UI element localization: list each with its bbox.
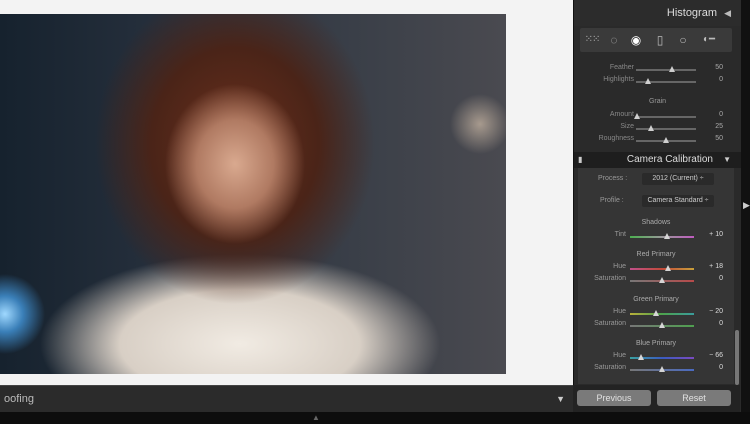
highlights-row: Highlights 0 — [574, 76, 741, 88]
calibration-group-title: Blue Primary — [635, 340, 677, 347]
slider-thumb[interactable] — [659, 366, 665, 372]
image-canvas — [0, 0, 573, 385]
slider-thumb[interactable] — [634, 113, 640, 119]
previous-button[interactable]: Previous — [577, 390, 651, 406]
slider-thumb[interactable] — [659, 322, 665, 328]
calibration-slider-row: Hue + 18 — [578, 263, 734, 275]
grain-roughness-slider[interactable] — [636, 137, 696, 143]
highlights-slider[interactable] — [636, 78, 696, 84]
slider-value[interactable]: − 20 — [709, 308, 723, 315]
grain-roughness-row: Roughness 50 — [574, 135, 741, 147]
slider-label: Hue — [613, 263, 626, 270]
slider-label: Hue — [613, 352, 626, 359]
process-label: Process : — [598, 175, 628, 182]
calibration-slider-row: Saturation 0 — [578, 364, 734, 376]
grain-amount-row: Amount 0 — [574, 111, 741, 123]
red-eye-icon[interactable]: ▯ — [651, 31, 669, 49]
slider-label: Saturation — [594, 275, 626, 282]
process-select[interactable]: 2012 (Current) ÷ — [642, 173, 714, 185]
highlights-label: Highlights — [603, 76, 634, 83]
calibration-group-title: Shadows — [641, 219, 671, 226]
calibration-slider-row: Tint + 10 — [578, 231, 734, 243]
highlights-value[interactable]: 0 — [719, 76, 723, 83]
calibration-slider-row: Hue − 66 — [578, 352, 734, 364]
filmstrip-edge: ▲ — [0, 412, 750, 424]
panel-button-bar: Previous Reset — [573, 385, 740, 412]
grain-size-slider[interactable] — [636, 125, 696, 131]
feather-value[interactable]: 50 — [715, 64, 723, 71]
calibration-slider[interactable] — [630, 354, 694, 360]
histogram-title: Histogram — [666, 7, 717, 19]
slider-thumb[interactable] — [645, 78, 651, 84]
slider-value[interactable]: − 66 — [709, 352, 723, 359]
calibration-slider[interactable] — [630, 265, 694, 271]
slider-label: Saturation — [594, 364, 626, 371]
camera-calibration-body: Process : 2012 (Current) ÷ Profile : Cam… — [578, 168, 734, 384]
feather-slider[interactable] — [636, 66, 696, 72]
slider-label: Hue — [613, 308, 626, 315]
histogram-header[interactable]: Histogram ◀ — [574, 0, 741, 26]
slider-thumb[interactable] — [669, 66, 675, 72]
calibration-slider-row: Saturation 0 — [578, 320, 734, 332]
grain-amount-slider[interactable] — [634, 113, 696, 119]
slider-thumb[interactable] — [659, 277, 665, 283]
grain-size-row: Size 25 — [574, 123, 741, 135]
toolbar-menu-arrow-icon[interactable]: ▼ — [556, 394, 565, 404]
grain-size-value[interactable]: 25 — [715, 123, 723, 130]
process-row: Process : 2012 (Current) ÷ — [578, 173, 734, 187]
soft-proofing-label[interactable]: oofing — [4, 393, 34, 405]
grain-roughness-value[interactable]: 50 — [715, 135, 723, 142]
calibration-slider[interactable] — [630, 233, 694, 239]
slider-value[interactable]: + 10 — [709, 231, 723, 238]
feather-label: Feather — [609, 64, 634, 71]
slider-value[interactable]: 0 — [719, 275, 723, 282]
slider-value[interactable]: + 18 — [709, 263, 723, 270]
calibration-group-title: Red Primary — [636, 251, 676, 258]
slider-thumb[interactable] — [637, 354, 644, 360]
calibration-slider[interactable] — [630, 366, 694, 372]
camera-calibration-header[interactable]: ▮ Camera Calibration ▼ — [574, 152, 741, 168]
bottom-toolbar: oofing ▼ — [0, 385, 573, 412]
panel-switch-icon[interactable]: ▮ — [578, 155, 582, 164]
slider-label: Saturation — [594, 320, 626, 327]
spot-removal-icon[interactable]: ◉ — [627, 31, 645, 49]
calibration-slider[interactable] — [630, 310, 694, 316]
grain-title: Grain — [648, 98, 667, 105]
profile-row: Profile : Camera Standard ÷ — [578, 195, 734, 209]
grain-amount-value[interactable]: 0 — [719, 111, 723, 118]
calibration-group-title: Green Primary — [633, 296, 679, 303]
reset-button[interactable]: Reset — [657, 390, 731, 406]
feather-row: Feather 50 — [574, 64, 741, 76]
grid-icon[interactable]: ⁙⁙ — [583, 31, 601, 49]
slider-thumb[interactable] — [664, 233, 671, 239]
portrait-photo[interactable] — [0, 14, 506, 374]
calibration-slider-row: Hue − 20 — [578, 308, 734, 320]
calibration-slider[interactable] — [630, 322, 694, 328]
profile-label: Profile : — [600, 197, 624, 204]
calibration-slider-row: Saturation 0 — [578, 275, 734, 287]
show-filmstrip-arrow-icon[interactable]: ▲ — [312, 413, 320, 422]
tool-strip: ⁙⁙ ◌ ◉ ▯ ○ ◐━ — [580, 28, 732, 52]
profile-select[interactable]: Camera Standard ÷ — [642, 195, 714, 207]
crop-overlay-icon[interactable]: ◌ — [605, 31, 623, 49]
slider-value[interactable]: 0 — [719, 364, 723, 371]
collapse-arrow-icon[interactable]: ◀ — [724, 8, 731, 19]
right-panel-toggle-icon[interactable]: ▶ — [743, 200, 750, 211]
collapse-arrow-icon[interactable]: ▼ — [723, 155, 731, 164]
slider-thumb[interactable] — [648, 125, 654, 131]
calibration-slider[interactable] — [630, 277, 694, 283]
graduated-filter-icon[interactable]: ○ — [674, 31, 692, 49]
camera-calibration-title: Camera Calibration — [626, 154, 713, 165]
grain-amount-label: Amount — [609, 111, 634, 118]
slider-thumb[interactable] — [663, 137, 669, 143]
slider-thumb[interactable] — [652, 310, 659, 316]
slider-value[interactable]: 0 — [719, 320, 723, 327]
grain-size-label: Size — [620, 123, 634, 130]
grain-roughness-label: Roughness — [598, 135, 634, 142]
develop-right-panel: Histogram ◀ ⁙⁙ ◌ ◉ ▯ ○ ◐━ Feather 50 Hig… — [573, 0, 741, 412]
slider-label: Tint — [614, 231, 626, 238]
panel-scrollbar[interactable] — [735, 330, 739, 385]
adjustment-brush-icon[interactable]: ◐━ — [700, 31, 718, 49]
slider-thumb[interactable] — [664, 265, 671, 271]
